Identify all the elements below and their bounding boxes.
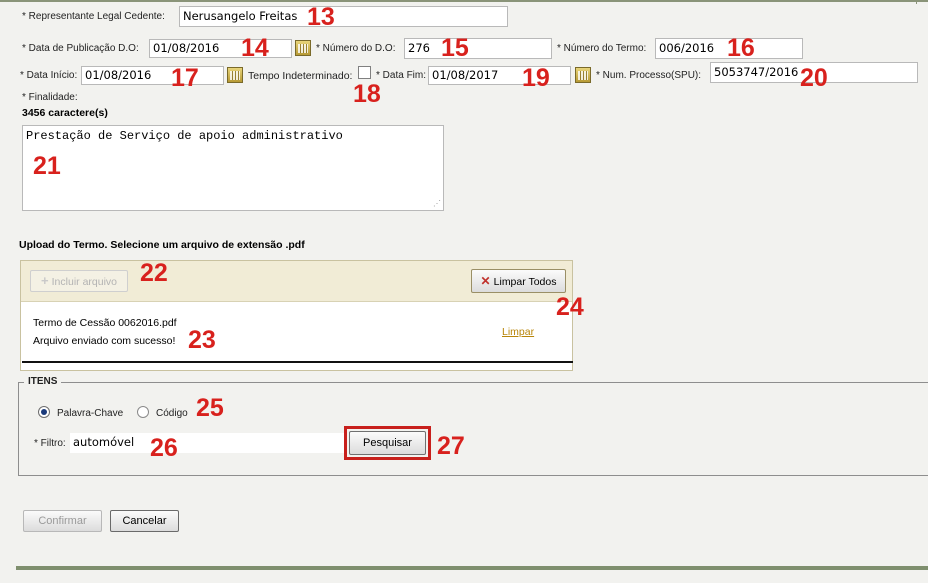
confirmar-button[interactable]: Confirmar xyxy=(23,510,102,532)
limpar-link[interactable]: Limpar xyxy=(502,326,534,338)
numero-do-input[interactable]: 276 xyxy=(404,38,552,59)
limpar-todos-label: Limpar Todos xyxy=(493,276,557,288)
right-divider xyxy=(916,0,917,4)
data-inicio-input[interactable]: 01/08/2016 xyxy=(81,66,224,85)
file-list-bottom-rule xyxy=(22,361,573,363)
data-publicacao-input[interactable]: 01/08/2016 xyxy=(149,39,292,58)
itens-legend: ITENS xyxy=(24,376,62,387)
file-name: Termo de Cessão 0062016.pdf xyxy=(33,317,177,329)
finalidade-label: * Finalidade: xyxy=(22,92,78,103)
char-count: 3456 caractere(s) xyxy=(22,107,108,119)
annotation-20: 20 xyxy=(800,64,828,92)
radio-dot xyxy=(41,409,47,415)
finalidade-text: Prestação de Serviço de apoio administra… xyxy=(26,129,343,143)
incluir-arquivo-label: Incluir arquivo xyxy=(51,276,118,288)
plus-icon: + xyxy=(40,273,49,288)
radio-codigo-label: Código xyxy=(156,408,188,419)
finalidade-textarea[interactable]: Prestação de Serviço de apoio administra… xyxy=(22,125,444,211)
upload-title: Upload do Termo. Selecione um arquivo de… xyxy=(19,239,305,251)
annotation-15: 15 xyxy=(441,34,469,62)
annotation-22: 22 xyxy=(140,259,168,287)
bottom-divider xyxy=(16,566,928,570)
radio-palavra-chave-label: Palavra-Chave xyxy=(57,408,124,419)
representante-label: * Representante Legal Cedente: xyxy=(22,11,165,22)
filtro-label: * Filtro: xyxy=(34,438,66,449)
numero-do-label: * Número do D.O: xyxy=(316,43,396,54)
top-divider xyxy=(0,0,928,2)
annotation-26: 26 xyxy=(150,434,178,462)
pesquisar-button[interactable]: Pesquisar xyxy=(349,431,426,455)
data-publicacao-label: * Data de Publicação D.O: xyxy=(22,43,139,54)
cancelar-button[interactable]: Cancelar xyxy=(110,510,179,532)
annotation-27: 27 xyxy=(437,432,465,460)
annotation-23: 23 xyxy=(188,326,216,354)
annotation-25: 25 xyxy=(196,394,224,422)
representante-input[interactable]: Nerusangelo Freitas xyxy=(179,6,508,27)
resize-grip-icon[interactable]: ⋰ xyxy=(433,200,441,208)
calendar-icon[interactable] xyxy=(295,40,311,56)
annotation-18: 18 xyxy=(353,80,381,108)
annotation-16: 16 xyxy=(727,34,755,62)
annotation-13: 13 xyxy=(307,3,335,31)
limpar-todos-button[interactable]: ✕ Limpar Todos xyxy=(471,269,566,293)
incluir-arquivo-button[interactable]: + Incluir arquivo xyxy=(30,270,128,292)
calendar-icon[interactable] xyxy=(575,67,591,83)
annotation-17: 17 xyxy=(171,64,199,92)
numero-termo-label: * Número do Termo: xyxy=(557,43,647,54)
annotation-14: 14 xyxy=(241,34,269,62)
data-inicio-label: * Data Início: xyxy=(20,70,78,81)
num-processo-label: * Num. Processo(SPU): xyxy=(596,70,702,81)
annotation-19: 19 xyxy=(522,64,550,92)
file-status: Arquivo enviado com sucesso! xyxy=(33,335,176,347)
calendar-icon[interactable] xyxy=(227,67,243,83)
filtro-input[interactable]: automóvel xyxy=(70,433,345,453)
radio-palavra-chave[interactable] xyxy=(38,406,50,418)
tempo-indeterminado-label: Tempo Indeterminado: xyxy=(248,70,353,82)
tempo-indeterminado-checkbox[interactable] xyxy=(358,66,371,79)
radio-codigo[interactable] xyxy=(137,406,149,418)
annotation-21: 21 xyxy=(33,152,61,180)
close-icon: ✕ xyxy=(480,274,491,288)
data-fim-label: * Data Fim: xyxy=(376,70,427,81)
annotation-24: 24 xyxy=(556,293,584,321)
